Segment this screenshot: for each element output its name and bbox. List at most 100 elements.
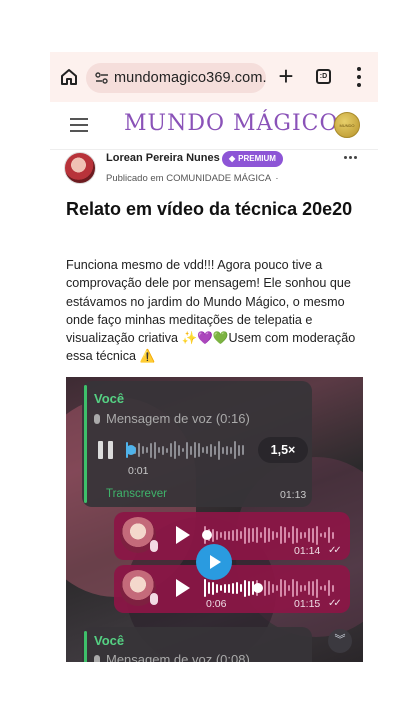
waveform-bar bbox=[174, 441, 176, 459]
chat-bubble-incoming: Você Mensagem de voz (0:08) bbox=[82, 627, 312, 662]
video-play-button[interactable] bbox=[196, 544, 232, 580]
waveform-bar bbox=[280, 579, 282, 597]
seek-knob[interactable] bbox=[126, 445, 136, 455]
waveform-bar bbox=[206, 446, 208, 454]
published-line: Publicado em COMUNIDADE MÁGICA · bbox=[106, 173, 279, 184]
waveform-bar bbox=[320, 533, 322, 537]
waveform-bar bbox=[226, 445, 228, 455]
waveform-bar bbox=[328, 527, 330, 543]
pause-icon[interactable] bbox=[98, 441, 114, 459]
community-link[interactable]: COMUNIDADE MÁGICA bbox=[166, 173, 271, 184]
waveform-bar bbox=[240, 531, 242, 539]
waveform-bar bbox=[222, 446, 224, 454]
waveform-bar bbox=[228, 530, 230, 540]
waveform-bar bbox=[242, 445, 244, 455]
voice-waveform[interactable] bbox=[126, 439, 250, 461]
waveform-bar bbox=[288, 585, 290, 591]
mic-icon bbox=[94, 414, 100, 424]
screen: mundomagico369.com.br + :D MUNDO MÁGICO … bbox=[50, 52, 378, 662]
waveform-bar bbox=[210, 443, 212, 457]
waveform-bar bbox=[194, 442, 196, 458]
message-time: 01:15 bbox=[294, 598, 321, 610]
waveform-bar bbox=[292, 579, 294, 597]
waveform-bar bbox=[236, 529, 238, 541]
post-body: Funciona mesmo de vdd!!! Agora pouco tiv… bbox=[66, 258, 356, 364]
site-logo[interactable]: MUNDO MÁGICO bbox=[124, 111, 338, 141]
waveform-bar bbox=[232, 529, 234, 541]
home-icon[interactable] bbox=[59, 67, 79, 87]
waveform-bar bbox=[284, 527, 286, 543]
waveform-bar bbox=[220, 585, 222, 591]
site-header: MUNDO MÁGICO bbox=[50, 102, 378, 150]
play-icon[interactable] bbox=[176, 526, 190, 544]
reply-sender: Você bbox=[94, 391, 125, 406]
double-chevron-down-icon[interactable]: ︾ bbox=[328, 629, 352, 653]
waveform-bar bbox=[240, 584, 242, 592]
waveform-bar bbox=[154, 441, 156, 459]
site-badge-logo[interactable]: MUNDO MÁGICO bbox=[334, 112, 360, 138]
author-avatar[interactable] bbox=[64, 152, 96, 184]
waveform-bar bbox=[244, 579, 246, 597]
waveform-bar bbox=[264, 527, 266, 543]
more-vert-icon[interactable] bbox=[352, 66, 366, 88]
waveform-bar bbox=[280, 526, 282, 544]
waveform-bar bbox=[198, 443, 200, 457]
transcribe-button[interactable]: Transcrever bbox=[106, 488, 167, 500]
play-icon[interactable] bbox=[176, 579, 190, 597]
voice-waveform[interactable] bbox=[204, 524, 338, 546]
waveform-bar bbox=[332, 584, 334, 592]
waveform-bar bbox=[252, 528, 254, 542]
waveform-bar bbox=[296, 527, 298, 543]
chat-bubble-outgoing: 01:14 ✓✓ bbox=[114, 512, 350, 560]
gem-icon: ◆ bbox=[229, 154, 236, 163]
message-time: 01:13 bbox=[280, 489, 307, 501]
playback-speed-button[interactable]: 1,5× bbox=[258, 437, 308, 463]
seek-knob[interactable] bbox=[202, 530, 212, 540]
elapsed-time: 0:06 bbox=[206, 598, 227, 610]
waveform-bar bbox=[150, 442, 152, 458]
address-bar[interactable]: mundomagico369.com.br bbox=[86, 63, 266, 93]
hamburger-icon[interactable] bbox=[70, 117, 88, 133]
tab-switcher-button[interactable]: :D bbox=[316, 69, 331, 84]
reply-quote-text: Mensagem de voz (0:08) bbox=[106, 652, 250, 662]
waveform-bar bbox=[300, 584, 302, 592]
mic-icon bbox=[150, 540, 158, 552]
author-name[interactable]: Lorean Pereira Nunes bbox=[106, 152, 220, 164]
new-tab-button[interactable]: + bbox=[274, 63, 298, 90]
mic-icon bbox=[94, 655, 100, 662]
waveform-bar bbox=[288, 532, 290, 538]
premium-label: PREMIUM bbox=[238, 154, 276, 163]
post-options-icon[interactable] bbox=[344, 156, 358, 160]
waveform-bar bbox=[224, 530, 226, 540]
waveform-bar bbox=[204, 579, 206, 597]
chat-bubble-incoming: Você Mensagem de voz (0:16) 0:01 1,5× Tr… bbox=[82, 381, 312, 507]
read-check-icon: ✓✓ bbox=[328, 598, 342, 609]
post-title: Relato em vídeo da técnica 20e20 bbox=[66, 199, 353, 219]
waveform-bar bbox=[320, 586, 322, 590]
waveform-bar bbox=[162, 445, 164, 455]
waveform-bar bbox=[272, 530, 274, 540]
waveform-bar bbox=[146, 447, 148, 453]
waveform-bar bbox=[316, 578, 318, 598]
reply-quote: Mensagem de voz (0:16) bbox=[94, 411, 250, 426]
post-media-video[interactable]: Você Mensagem de voz (0:16) 0:01 1,5× Tr… bbox=[66, 377, 363, 662]
waveform-bar bbox=[230, 446, 232, 454]
waveform-bar bbox=[248, 527, 250, 543]
waveform-bar bbox=[218, 440, 220, 460]
reply-quote: Mensagem de voz (0:08) bbox=[94, 652, 250, 662]
waveform-bar bbox=[316, 525, 318, 545]
tune-icon[interactable] bbox=[94, 70, 110, 86]
message-time: 01:14 bbox=[294, 545, 321, 557]
reply-accent-bar bbox=[84, 385, 87, 503]
voice-waveform[interactable] bbox=[204, 577, 338, 599]
waveform-bar bbox=[284, 580, 286, 596]
waveform-bar bbox=[256, 527, 258, 543]
published-prefix: Publicado em bbox=[106, 173, 164, 184]
waveform-bar bbox=[178, 444, 180, 456]
waveform-bar bbox=[138, 443, 140, 457]
waveform-bar bbox=[296, 580, 298, 596]
waveform-bar bbox=[308, 528, 310, 542]
separator-dot: · bbox=[275, 173, 279, 184]
waveform-bar bbox=[304, 532, 306, 538]
waveform-bar bbox=[170, 443, 172, 457]
